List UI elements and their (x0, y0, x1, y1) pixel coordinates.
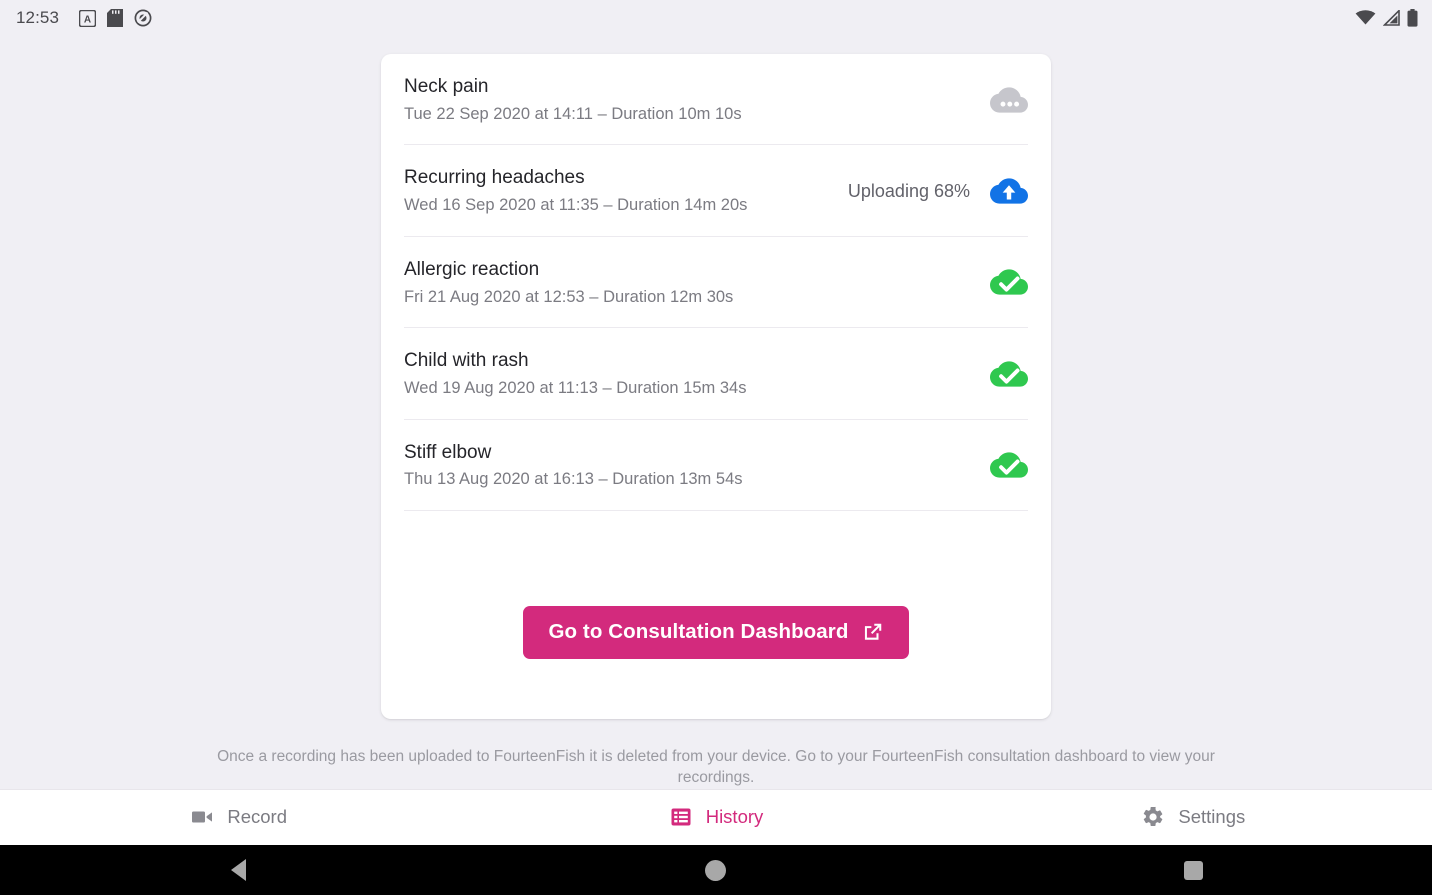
recording-text: Child with rash Wed 19 Aug 2020 at 11:13… (404, 349, 990, 398)
external-link-icon (864, 623, 881, 640)
app-content: Neck pain Tue 22 Sep 2020 at 14:11 – Dur… (0, 36, 1432, 845)
tab-history[interactable]: History (477, 790, 954, 845)
recording-list-item[interactable]: Stiff elbow Thu 13 Aug 2020 at 16:13 – D… (404, 420, 1028, 511)
sd-card-icon (107, 9, 124, 27)
home-circle-icon (705, 859, 727, 881)
cloud-done-icon (990, 269, 1028, 296)
wifi-icon (1355, 10, 1376, 25)
cloud-pending-icon (990, 87, 1028, 113)
recording-text: Stiff elbow Thu 13 Aug 2020 at 16:13 – D… (404, 441, 990, 490)
recordings-card: Neck pain Tue 22 Sep 2020 at 14:11 – Dur… (381, 54, 1051, 719)
recording-list-item[interactable]: Recurring headaches Wed 16 Sep 2020 at 1… (404, 145, 1028, 237)
status-bar: 12:53 A (0, 0, 1432, 36)
recordings-list: Neck pain Tue 22 Sep 2020 at 14:11 – Dur… (381, 54, 1051, 511)
list-icon (671, 808, 691, 826)
recording-text: Neck pain Tue 22 Sep 2020 at 14:11 – Dur… (404, 75, 990, 124)
recording-title: Allergic reaction (404, 258, 540, 280)
status-clock: 12:53 (16, 8, 60, 27)
cta-label: Go to Consultation Dashboard (548, 619, 849, 643)
recording-title: Stiff elbow (404, 441, 492, 463)
status-right-icons (1355, 9, 1418, 27)
recording-subtitle: Tue 22 Sep 2020 at 14:11 – Duration 10m … (404, 104, 742, 123)
battery-icon (1407, 9, 1418, 27)
do-not-disturb-icon (134, 9, 152, 27)
upload-progress-label: Uploading 68% (847, 180, 970, 201)
cloud-done-icon (990, 452, 1028, 478)
bottom-tab-bar: Record History Settings (0, 788, 1432, 845)
recording-text: Allergic reaction Fri 21 Aug 2020 at 12:… (404, 258, 990, 307)
recording-list-item[interactable]: Allergic reaction Fri 21 Aug 2020 at 12:… (404, 237, 1028, 329)
recording-list-item[interactable]: Neck pain Tue 22 Sep 2020 at 14:11 – Dur… (404, 54, 1028, 146)
recording-list-item[interactable]: Child with rash Wed 19 Aug 2020 at 11:13… (404, 328, 1028, 420)
recording-subtitle: Fri 21 Aug 2020 at 12:53 – Duration 12m … (404, 287, 734, 306)
cell-signal-icon (1383, 10, 1400, 26)
history-scroll-area: Neck pain Tue 22 Sep 2020 at 14:11 – Dur… (0, 36, 1432, 789)
cloud-done-icon (990, 361, 1028, 387)
svg-text:A: A (84, 14, 91, 25)
recording-subtitle: Wed 16 Sep 2020 at 11:35 – Duration 14m … (404, 196, 748, 215)
tab-settings-label: Settings (1178, 806, 1246, 828)
video-camera-icon (192, 811, 213, 823)
a-badge-icon: A (79, 9, 97, 27)
gear-icon (1144, 807, 1163, 827)
tab-settings[interactable]: Settings (955, 790, 1432, 845)
recording-title: Child with rash (404, 350, 529, 372)
recording-subtitle: Thu 13 Aug 2020 at 16:13 – Duration 13m … (404, 470, 743, 489)
cta-container: Go to Consultation Dashboard (381, 605, 1051, 719)
recording-subtitle: Wed 19 Aug 2020 at 11:13 – Duration 15m … (404, 378, 747, 397)
recording-text: Recurring headaches Wed 16 Sep 2020 at 1… (404, 166, 848, 215)
tab-history-label: History (705, 806, 764, 828)
recents-square-icon (1183, 860, 1203, 880)
recording-title: Neck pain (404, 76, 489, 97)
recording-title: Recurring headaches (404, 167, 585, 189)
cloud-upload-icon (990, 178, 1028, 204)
nav-recents-button[interactable] (955, 845, 1432, 895)
tab-record-label: Record (227, 806, 287, 828)
go-to-consultation-dashboard-button[interactable]: Go to Consultation Dashboard (523, 605, 909, 659)
card-spacer (381, 511, 1051, 606)
back-triangle-icon (231, 859, 247, 881)
tab-record[interactable]: Record (0, 790, 477, 845)
footer-note: Once a recording has been uploaded to Fo… (217, 747, 1215, 786)
nav-home-button[interactable] (477, 845, 954, 895)
status-left-icons: A (79, 9, 152, 27)
nav-back-button[interactable] (0, 845, 477, 895)
android-navigation-bar (0, 845, 1432, 895)
